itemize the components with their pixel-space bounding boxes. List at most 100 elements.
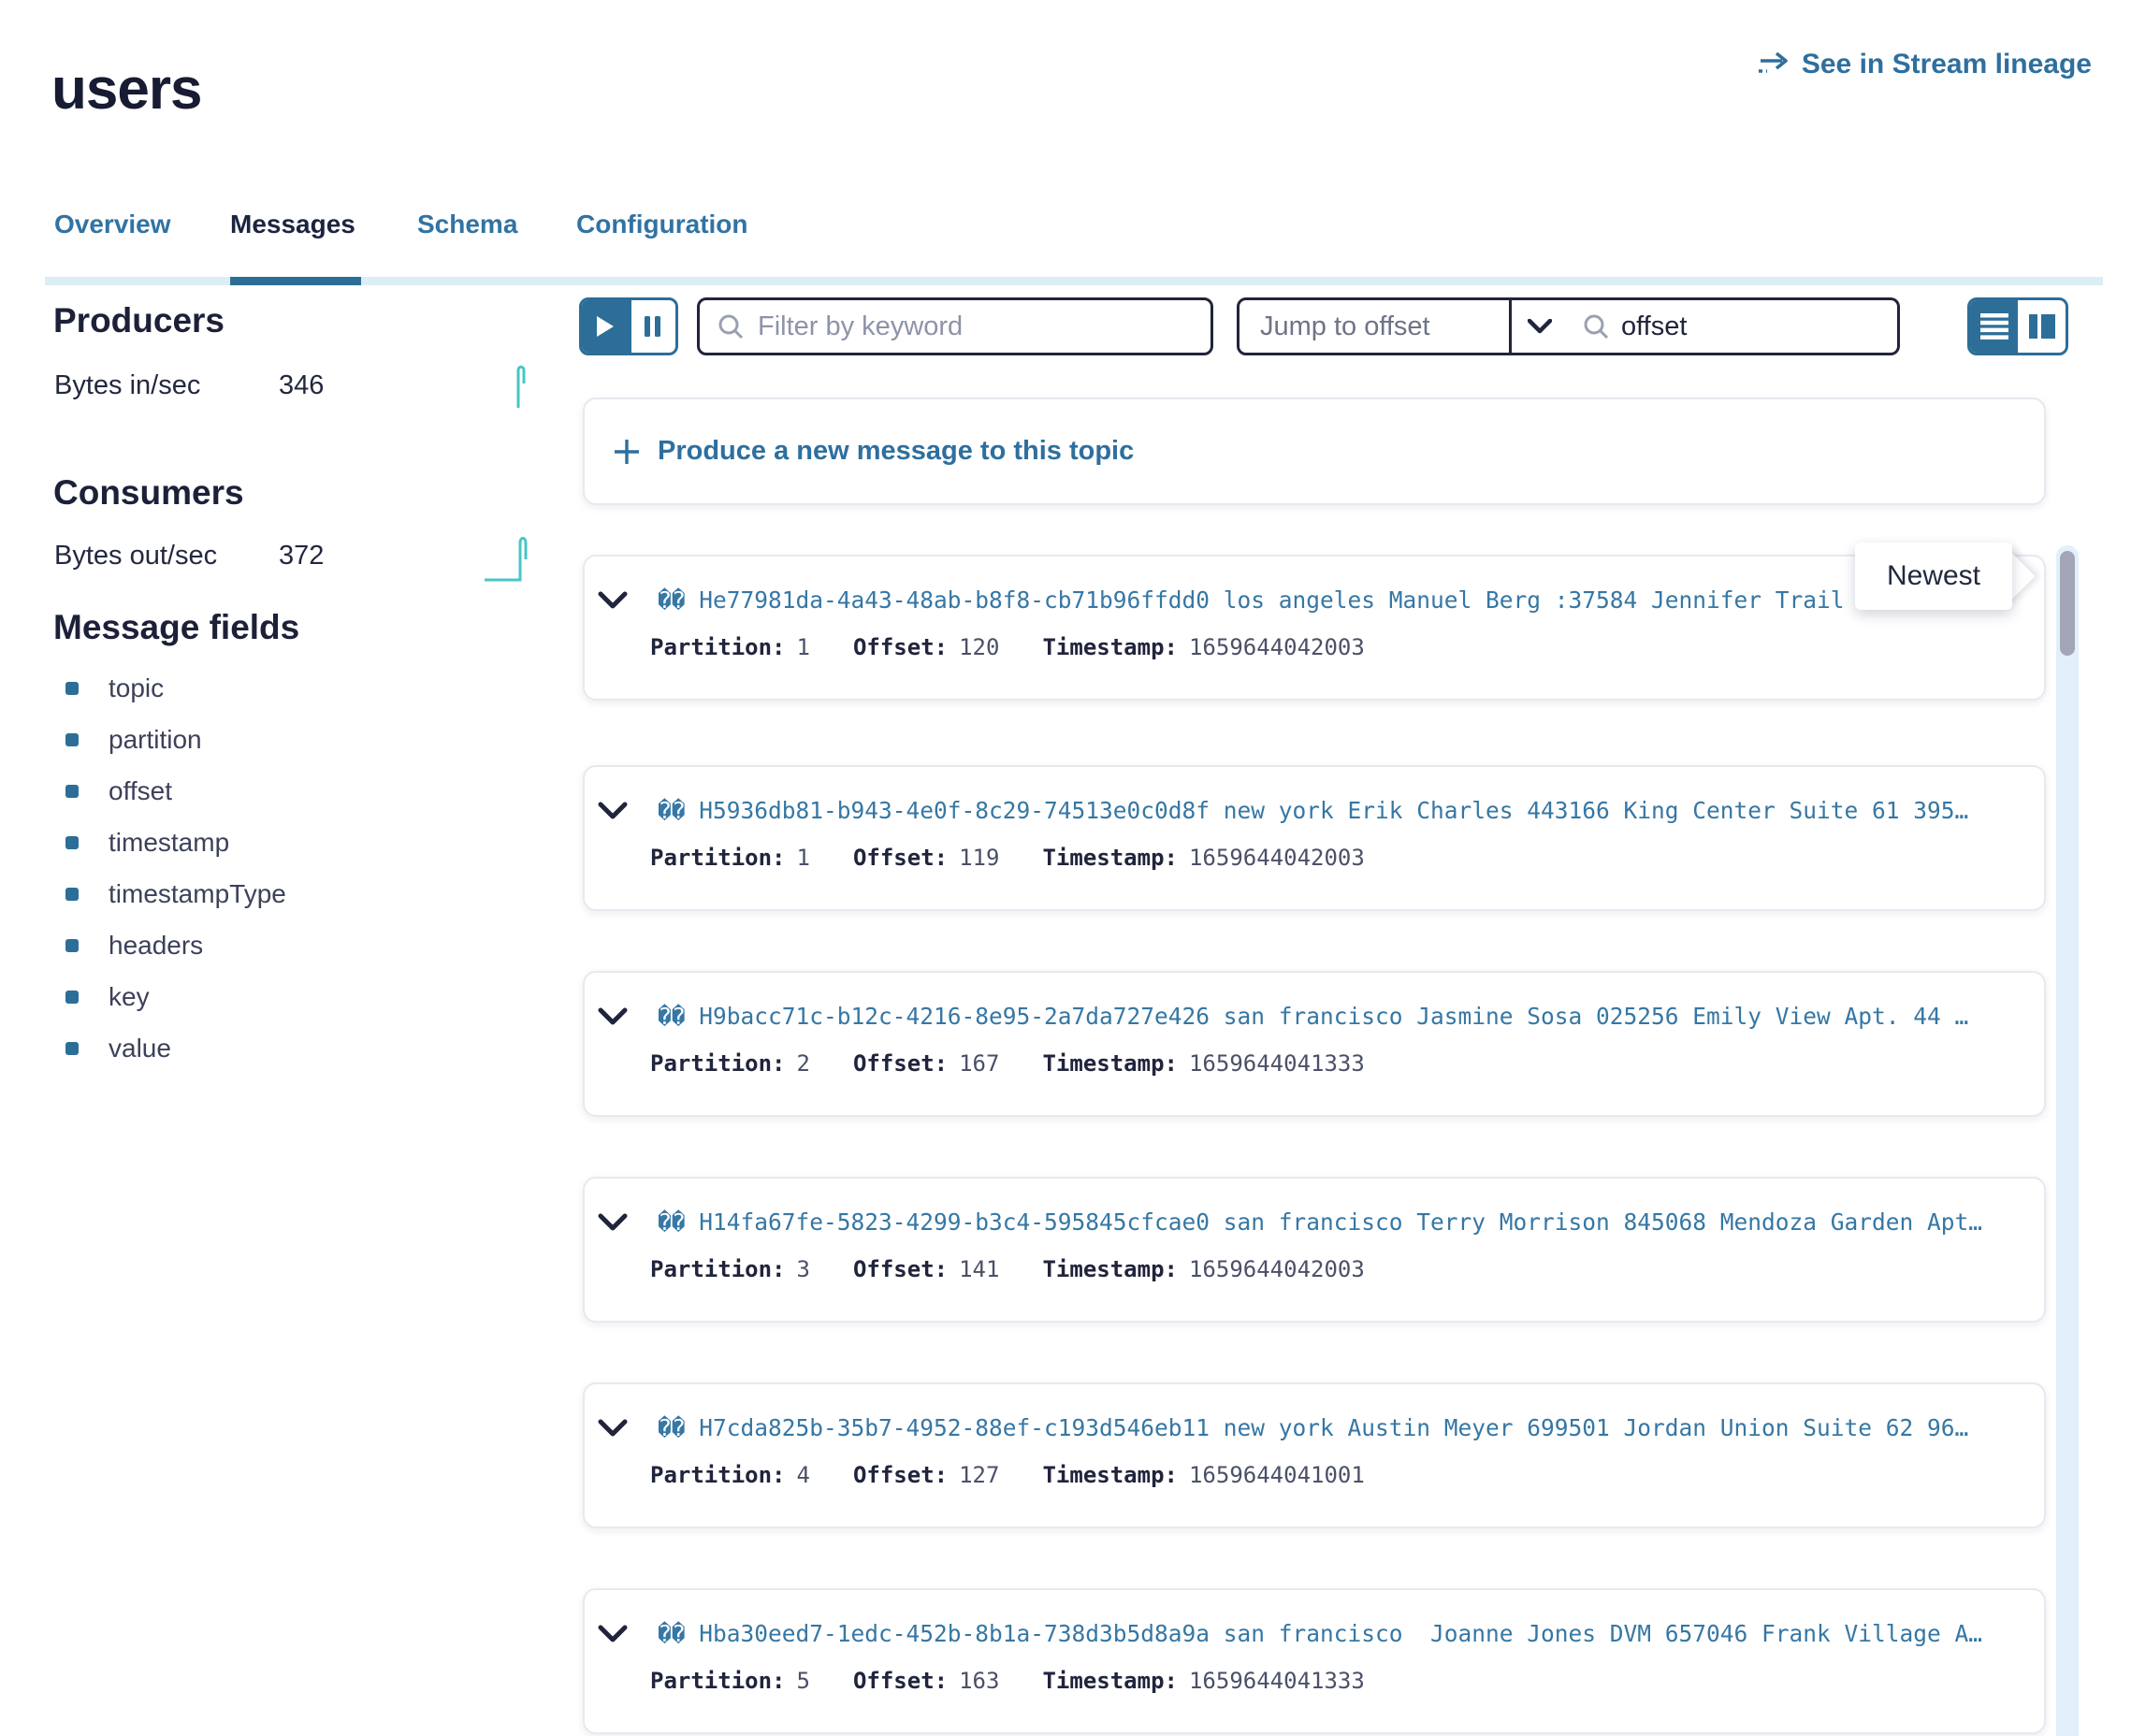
offset-value: 163 [959,1668,999,1694]
play-button[interactable] [582,300,629,353]
message-meta: Partition:2 Offset:167 Timestamp:1659644… [650,1050,2044,1077]
message-meta: Partition:3 Offset:141 Timestamp:1659644… [650,1256,2044,1282]
plus-icon [613,438,641,466]
partition-value: 1 [797,845,810,871]
offset-value: 167 [959,1050,999,1077]
field-item-timestamp[interactable]: timestamp [65,817,286,868]
chevron-down-icon [1509,300,1567,353]
message-key: �� H9bacc71c-b12c-4216-8e95-2a7da727e426… [658,1003,2023,1030]
partition-value: 2 [797,1050,810,1077]
message-key: �� H14fa67fe-5823-4299-b3c4-595845cfcae0… [658,1208,2023,1236]
bytes-in-value: 346 [279,370,324,401]
bytes-out-value: 372 [279,541,324,571]
expand-chevron-icon[interactable] [598,1419,628,1438]
timestamp-value: 1659644042003 [1189,1256,1365,1282]
column-view-icon [2029,314,2055,339]
square-bullet-icon [65,785,79,798]
message-meta: Partition:4 Offset:127 Timestamp:1659644… [650,1462,2044,1488]
square-bullet-icon [65,836,79,849]
message-meta: Partition:1 Offset:120 Timestamp:1659644… [650,634,2044,660]
list-view-button[interactable] [1970,300,2018,353]
produce-message-button[interactable]: Produce a new message to this topic [583,398,2046,505]
topic-page: users See in Stream lineage Overview Mes… [0,0,2131,1736]
pause-button[interactable] [629,300,675,353]
message-row[interactable]: �� He77981da-4a43-48ab-b8f8-cb71b96ffdd0… [583,555,2046,701]
expand-chevron-icon[interactable] [598,1007,628,1026]
keyword-filter-field [697,297,1213,355]
square-bullet-icon [65,939,79,952]
jump-to-offset-select[interactable]: Jump to offset [1237,297,1570,355]
offset-value: 141 [959,1256,999,1282]
message-meta: Partition:5 Offset:163 Timestamp:1659644… [650,1668,2044,1694]
offset-value: 127 [959,1462,999,1488]
message-key: �� He77981da-4a43-48ab-b8f8-cb71b96ffdd0… [658,586,2023,614]
search-icon [717,312,745,340]
message-row[interactable]: �� H5936db81-b943-4e0f-8c29-74513e0c0d8f… [583,765,2046,911]
page-title: users [51,56,201,123]
consumers-heading: Consumers [53,473,244,513]
producers-heading: Producers [53,301,225,340]
play-icon [595,314,616,339]
field-item-offset[interactable]: offset [65,765,286,817]
partition-value: 4 [797,1462,810,1488]
timestamp-value: 1659644041001 [1189,1462,1365,1488]
expand-chevron-icon[interactable] [598,1213,628,1232]
play-pause-toggle [579,297,678,355]
tab-messages[interactable]: Messages [230,210,355,239]
field-item-value[interactable]: value [65,1022,286,1074]
keyword-filter-input[interactable] [758,311,1194,342]
tab-schema[interactable]: Schema [417,210,517,239]
message-row[interactable]: �� H14fa67fe-5823-4299-b3c4-595845cfcae0… [583,1177,2046,1323]
message-key: �� H5936db81-b943-4e0f-8c29-74513e0c0d8f… [658,797,2023,824]
bytes-in-label: Bytes in/sec [54,370,200,401]
field-item-headers[interactable]: headers [65,919,286,971]
message-row[interactable]: �� H7cda825b-35b7-4952-88ef-c193d546eb11… [583,1382,2046,1528]
square-bullet-icon [65,1042,79,1055]
field-item-key[interactable]: key [65,971,286,1022]
message-fields-heading: Message fields [53,608,299,647]
expand-chevron-icon[interactable] [598,802,628,820]
offset-value: 120 [959,634,999,660]
square-bullet-icon [65,733,79,746]
bytes-in-sparkline [496,363,543,412]
produce-button-label: Produce a new message to this topic [658,436,1134,467]
message-row[interactable]: �� Hba30eed7-1edc-452b-8b1a-738d3b5d8a9a… [583,1588,2046,1734]
partition-value: 3 [797,1256,810,1282]
field-item-topic[interactable]: topic [65,662,286,714]
view-mode-toggle [1967,297,2068,355]
jump-select-value: Jump to offset [1239,311,1509,342]
timestamp-value: 1659644042003 [1189,845,1365,871]
message-key: �� Hba30eed7-1edc-452b-8b1a-738d3b5d8a9a… [658,1620,2023,1647]
offset-search-field [1567,297,1900,355]
message-fields-list: topic partition offset timestamp timesta… [65,662,286,1074]
offset-search-input[interactable] [1621,311,1882,342]
column-view-button[interactable] [2018,300,2066,353]
offset-value: 119 [959,845,999,871]
expand-chevron-icon[interactable] [598,1625,628,1643]
lineage-arrow-icon [1757,49,1790,80]
search-icon [1582,312,1610,340]
field-item-timestampType[interactable]: timestampType [65,868,286,919]
timestamp-value: 1659644041333 [1189,1050,1365,1077]
square-bullet-icon [65,682,79,695]
tooltip-label: Newest [1855,542,2012,610]
pause-icon [644,314,662,339]
list-view-icon [1980,313,2008,340]
tab-overview[interactable]: Overview [54,210,171,239]
stream-lineage-link[interactable]: See in Stream lineage [1757,49,2092,80]
timestamp-value: 1659644042003 [1189,634,1365,660]
messages-scrollbar-track[interactable] [2056,545,2079,1736]
partition-value: 5 [797,1668,810,1694]
bytes-out-sparkline [483,531,539,584]
active-tab-indicator [230,277,361,285]
timestamp-value: 1659644041333 [1189,1668,1365,1694]
message-key: �� H7cda825b-35b7-4952-88ef-c193d546eb11… [658,1414,2023,1441]
messages-scrollbar-thumb[interactable] [2060,551,2075,656]
partition-value: 1 [797,634,810,660]
message-row[interactable]: �� H9bacc71c-b12c-4216-8e95-2a7da727e426… [583,971,2046,1117]
expand-chevron-icon[interactable] [598,591,628,610]
tab-configuration[interactable]: Configuration [576,210,748,239]
lineage-link-label: See in Stream lineage [1802,49,2092,80]
bytes-out-label: Bytes out/sec [54,541,217,571]
field-item-partition[interactable]: partition [65,714,286,765]
